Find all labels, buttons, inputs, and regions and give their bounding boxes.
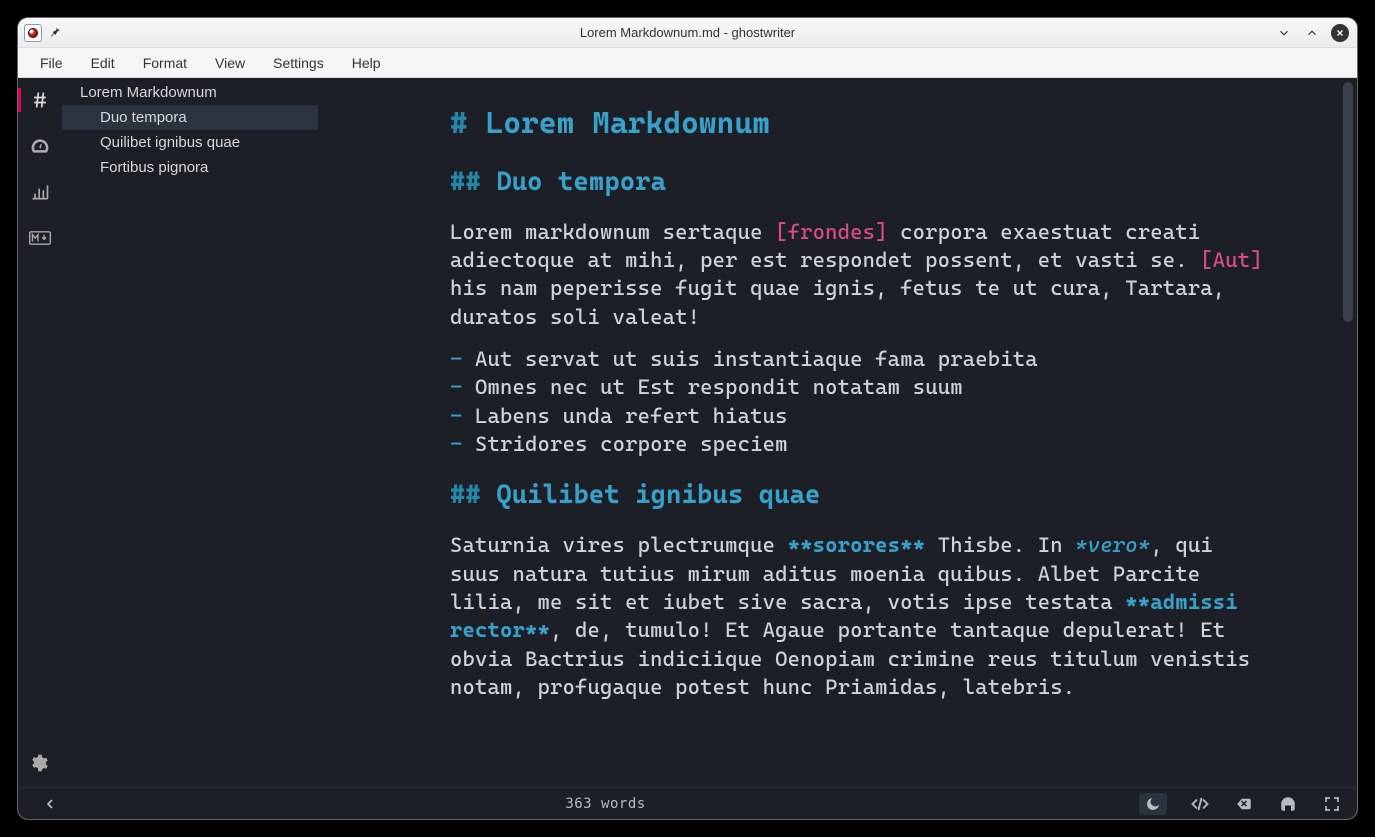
erase-icon[interactable] <box>1233 793 1255 815</box>
statusbar: 363 words <box>18 787 1357 819</box>
markdown-link: [Aut] <box>1200 248 1263 272</box>
back-button[interactable] <box>39 793 61 815</box>
stats-icon[interactable] <box>26 178 54 206</box>
outline-panel: Lorem Markdownum Duo tempora Quilibet ig… <box>62 78 318 787</box>
heading-2[interactable]: ## Quilibet ignibus quae <box>450 478 1267 513</box>
minimize-button[interactable] <box>1275 24 1293 42</box>
fullscreen-icon[interactable] <box>1321 793 1343 815</box>
heading-1[interactable]: # Lorem Markdownum <box>450 104 1267 145</box>
menubar: File Edit Format View Settings Help <box>18 48 1357 78</box>
scrollbar[interactable] <box>1343 82 1353 322</box>
gauge-icon[interactable] <box>26 132 54 160</box>
headphones-icon[interactable] <box>1277 793 1299 815</box>
editor-area[interactable]: # Lorem Markdownum ## Duo tempora Lorem … <box>318 78 1357 787</box>
titlebar: Lorem Markdownum.md - ghostwriter <box>18 18 1357 48</box>
menu-help[interactable]: Help <box>338 51 395 75</box>
outline-item[interactable]: Lorem Markdownum <box>62 80 318 105</box>
moon-icon[interactable] <box>1139 793 1167 815</box>
gear-icon[interactable] <box>26 749 54 777</box>
menu-edit[interactable]: Edit <box>77 51 129 75</box>
word-count: 363 words <box>72 796 1139 812</box>
menu-file[interactable]: File <box>26 51 77 75</box>
app-window: Lorem Markdownum.md - ghostwriter File E… <box>18 18 1357 819</box>
menu-settings[interactable]: Settings <box>259 51 338 75</box>
heading-2[interactable]: ## Duo tempora <box>450 165 1267 200</box>
bullet-list[interactable]: - Aut servat ut suis instantiaque fama p… <box>450 345 1267 458</box>
maximize-button[interactable] <box>1303 24 1321 42</box>
menu-format[interactable]: Format <box>129 51 201 75</box>
pin-icon[interactable] <box>48 25 64 41</box>
hash-icon[interactable] <box>26 86 54 114</box>
outline-item[interactable]: Duo tempora <box>62 105 318 130</box>
menu-view[interactable]: View <box>201 51 259 75</box>
markdown-icon[interactable] <box>26 224 54 252</box>
outline-item[interactable]: Fortibus pignora <box>62 155 318 180</box>
content-area: Lorem Markdownum Duo tempora Quilibet ig… <box>18 78 1357 787</box>
paragraph[interactable]: Saturnia vires plectrumque **sorores** T… <box>450 531 1267 701</box>
paragraph[interactable]: Lorem markdownum sertaque [frondes] corp… <box>450 218 1267 331</box>
close-button[interactable] <box>1331 24 1349 42</box>
code-icon[interactable] <box>1189 793 1211 815</box>
markdown-link: [frondes] <box>775 220 888 244</box>
sidebar-rail <box>18 78 62 787</box>
app-icon <box>24 24 42 42</box>
outline-item[interactable]: Quilibet ignibus quae <box>62 130 318 155</box>
window-title: Lorem Markdownum.md - ghostwriter <box>18 25 1357 40</box>
